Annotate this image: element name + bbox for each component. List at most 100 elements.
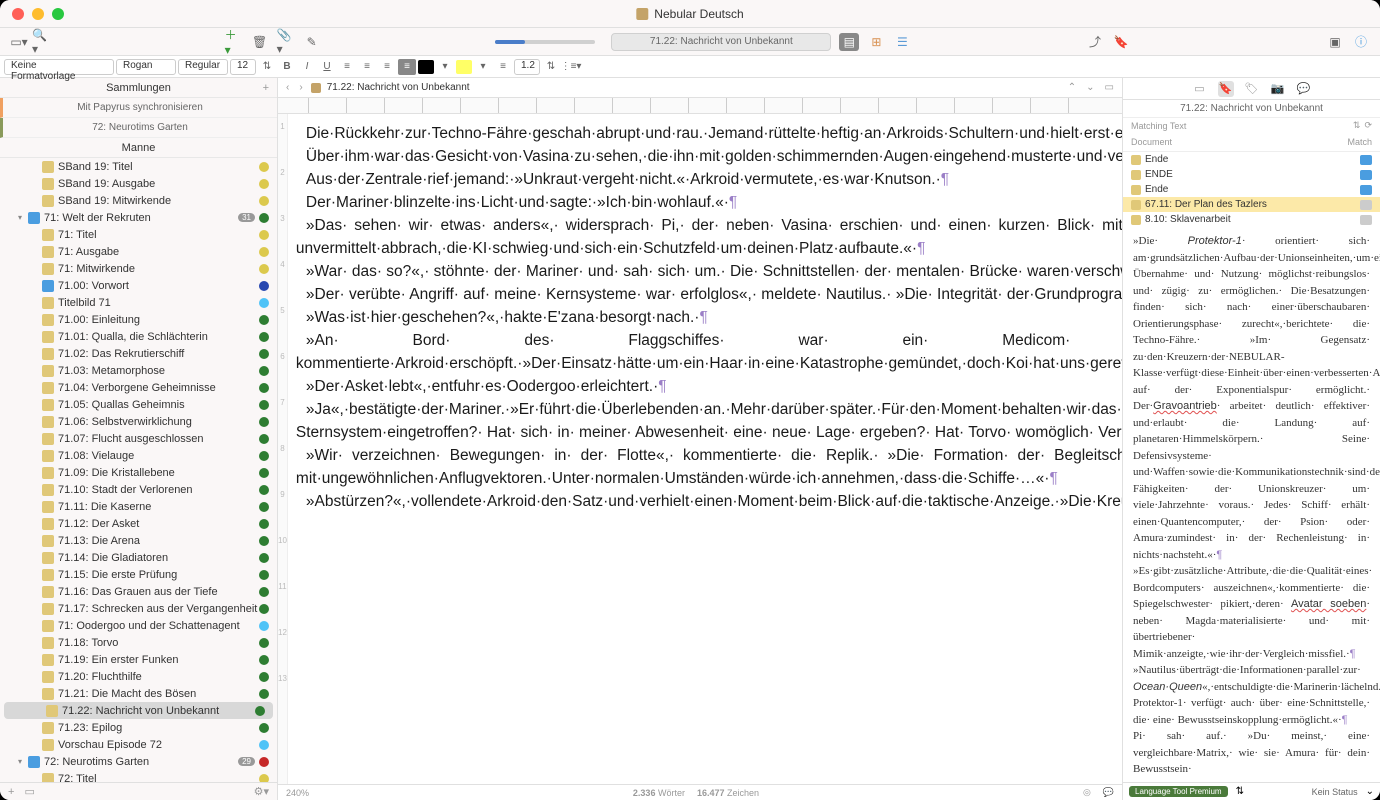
nav-back-button[interactable]: ‹ [284,82,291,93]
weight-select[interactable]: Regular [178,59,228,75]
tree-item[interactable]: Titelbild 71 [0,294,277,311]
list-button[interactable]: ⋮≡▾ [562,59,580,75]
bookmark-button[interactable]: 🔖 [1112,33,1130,51]
view-document-button[interactable]: ▤ [839,33,859,51]
tree-item[interactable]: 71.15: Die erste Prüfung [0,566,277,583]
align-justify-button[interactable]: ≡ [398,59,416,75]
tree-item[interactable]: 71: Mitwirkende [0,260,277,277]
comment-icon[interactable]: 💬 [1103,787,1114,798]
zoom-level[interactable]: 240% [286,788,309,798]
split-button[interactable]: ▭ [1103,82,1116,93]
info-button[interactable]: ⓘ [1352,33,1370,51]
tree-item[interactable]: SBand 19: Ausgabe [0,175,277,192]
tree-item[interactable]: 71.00: Vorwort [0,277,277,294]
tree-item[interactable]: 71.04: Verborgene Geheimnisse [0,379,277,396]
tree-item[interactable]: 71.22: Nachricht von Unbekannt [4,702,273,719]
tree-item[interactable]: 71.10: Stadt der Verlorenen [0,481,277,498]
italic-button[interactable]: I [298,59,316,75]
tree-item[interactable]: 71.16: Das Grauen aus der Tiefe [0,583,277,600]
compose-button[interactable]: ✎ [303,33,321,51]
collection-sync[interactable]: Mit Papyrus synchronisieren [0,98,277,118]
refresh-icon[interactable]: ⟳ [1364,120,1372,131]
folder-button[interactable]: ▭ [24,785,34,798]
match-row[interactable]: Ende [1123,182,1380,197]
document-title-field[interactable]: 71.22: Nachricht von Unbekannt [611,33,831,51]
trash-button[interactable]: 🗑 [251,33,269,51]
attach-button[interactable]: 📎▾ [277,33,295,51]
line-spacing-select[interactable]: 1.2 [514,59,540,75]
tree-item[interactable]: 71.20: Fluchthilfe [0,668,277,685]
add-collection-button[interactable]: + [263,82,269,94]
nav-up-button[interactable]: ⌃ [1066,82,1078,93]
minimize-window-button[interactable] [32,8,44,20]
inspector-preview-text[interactable]: »Die· Protektor-1· orientiert· sich· am·… [1123,227,1380,782]
target-icon[interactable]: ◎ [1083,787,1091,798]
tree-item[interactable]: SBand 19: Titel [0,158,277,175]
tab-snapshots[interactable]: 📷 [1270,81,1286,97]
tree-item[interactable]: 71.18: Torvo [0,634,277,651]
tree-item[interactable]: 71.11: Die Kaserne [0,498,277,515]
close-window-button[interactable] [12,8,24,20]
tab-comments[interactable]: 💬 [1296,81,1312,97]
tree-item[interactable]: 71.02: Das Rekrutierschiff [0,345,277,362]
snapshot-button[interactable]: ▣ [1326,33,1344,51]
tree-item[interactable]: ▾72: Neurotims Garten29 [0,753,277,770]
tree-item[interactable]: 71.03: Metamorphose [0,362,277,379]
zoom-window-button[interactable] [52,8,64,20]
tree-item[interactable]: 71.12: Der Asket [0,515,277,532]
font-select[interactable]: Rogan [116,59,176,75]
search-button[interactable]: 🔍▾ [32,33,50,51]
text-color-swatch[interactable] [418,60,434,74]
tree-item[interactable]: 71: Titel [0,226,277,243]
view-button[interactable]: ▭▾ [10,33,28,51]
underline-button[interactable]: U [318,59,336,75]
gear-button[interactable]: ⚙▾ [254,785,269,798]
tree-item[interactable]: SBand 19: Mitwirkende [0,192,277,209]
bold-button[interactable]: B [278,59,296,75]
highlight-color-swatch[interactable] [456,60,472,74]
match-row[interactable]: 67.11: Der Plan des Tazlers [1123,197,1380,212]
status-select[interactable]: Kein Status [1312,787,1358,797]
view-corkboard-button[interactable]: ⊞ [867,33,885,51]
collection-garden[interactable]: 72: Neurotims Garten [0,118,277,138]
tree-item[interactable]: 71.01: Qualla, die Schlächterin [0,328,277,345]
align-left-button[interactable]: ≡ [338,59,356,75]
size-select[interactable]: 12 [230,59,256,75]
tree-item[interactable]: 71.07: Flucht ausgeschlossen [0,430,277,447]
binder-tree[interactable]: SBand 19: TitelSBand 19: AusgabeSBand 19… [0,158,277,782]
ruler[interactable] [278,98,1122,114]
tree-item[interactable]: 71: Ausgabe [0,243,277,260]
size-stepper[interactable]: ⇅ [258,59,276,75]
tree-item[interactable]: 71.21: Die Macht des Bösen [0,685,277,702]
tree-item[interactable]: 71.23: Epilog [0,719,277,736]
tree-item[interactable]: 71.17: Schrecken aus der Vergangenheit [0,600,277,617]
tab-metadata[interactable]: 🏷 [1244,81,1260,97]
tree-item[interactable]: 71.06: Selbstverwirklichung [0,413,277,430]
tree-item[interactable]: 71: Oodergoo und der Schattenagent [0,617,277,634]
tree-item[interactable]: 71.14: Die Gladiatoren [0,549,277,566]
tab-notes[interactable]: ▭ [1192,81,1208,97]
text-content[interactable]: Die·Rückkehr·zur·Techno-Fähre·geschah·ab… [288,114,1122,784]
tree-item[interactable]: ▾71: Welt der Rekruten31 [0,209,277,226]
tab-bookmarks[interactable]: 🔖 [1218,81,1234,97]
disclosure-icon[interactable]: ▾ [18,213,28,222]
match-row[interactable]: 8.10: Sklavenarbeit [1123,212,1380,227]
editor-body[interactable]: 12345678910111213 Die·Rückkehr·zur·Techn… [278,114,1122,784]
style-select[interactable]: Keine Formatvorlage [4,59,114,75]
align-center-button[interactable]: ≡ [358,59,376,75]
tree-item[interactable]: 71.05: Quallas Geheimnis [0,396,277,413]
match-row[interactable]: ENDE [1123,167,1380,182]
sort-icon[interactable]: ⇅ [1353,120,1361,131]
tree-item[interactable]: 71.09: Die Kristallebene [0,464,277,481]
add-button[interactable]: ＋▾ [225,33,243,51]
disclosure-icon[interactable]: ▾ [18,757,28,766]
share-button[interactable]: ⤴ [1086,33,1104,51]
nav-forward-button[interactable]: › [297,82,304,93]
nav-down-button[interactable]: ⌄ [1084,82,1096,93]
tree-item[interactable]: 71.00: Einleitung [0,311,277,328]
align-right-button[interactable]: ≡ [378,59,396,75]
tree-item[interactable]: 71.19: Ein erster Funken [0,651,277,668]
add-item-button[interactable]: + [8,786,14,798]
tree-item[interactable]: 71.08: Vielauge [0,447,277,464]
view-outline-button[interactable]: ☰ [893,33,911,51]
